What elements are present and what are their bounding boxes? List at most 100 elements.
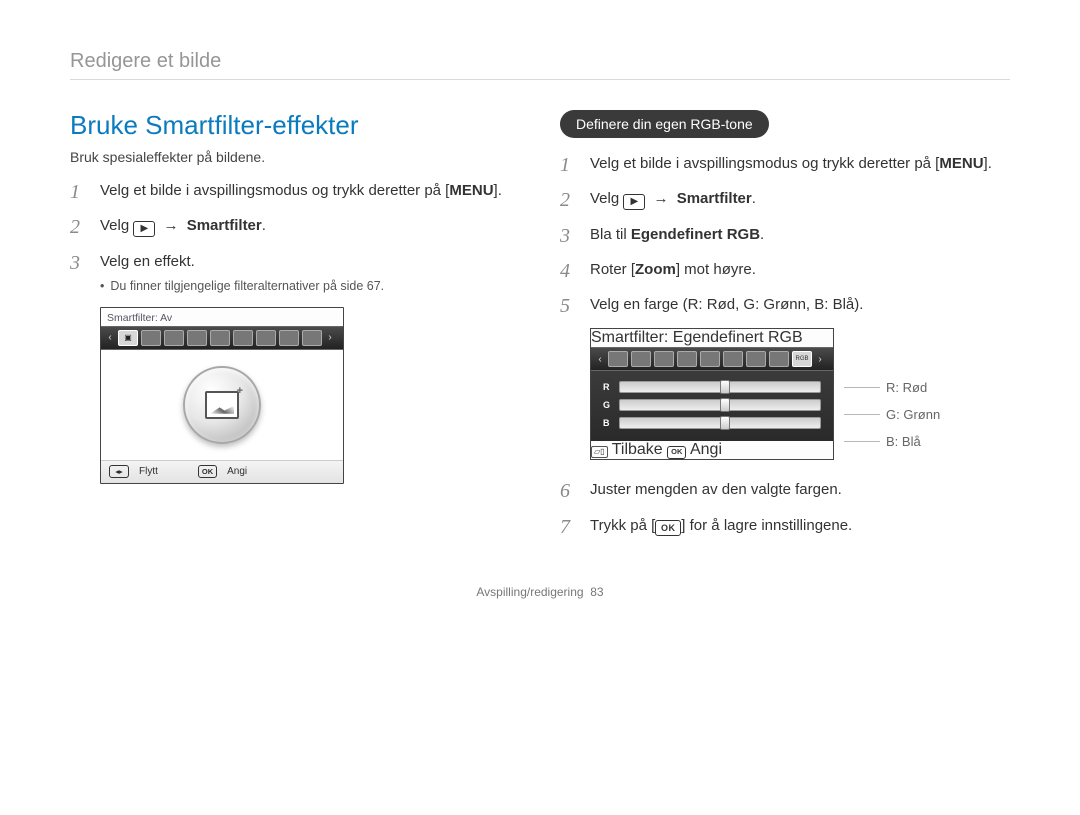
edit-icon: ▶ [133, 221, 155, 237]
slider-row-b: B [603, 417, 821, 429]
filter-tile[interactable] [302, 330, 322, 346]
filter-tile[interactable] [256, 330, 276, 346]
slider-thumb[interactable] [720, 380, 730, 394]
chevron-left-icon[interactable]: ‹ [105, 332, 115, 343]
step-text: Juster mengden av den valgte fargen. [590, 481, 842, 498]
legend-b: B: Blå [844, 434, 940, 449]
arrow-icon: → [160, 217, 187, 234]
slider-thumb[interactable] [720, 398, 730, 412]
step-number: 7 [560, 512, 570, 543]
slider-g[interactable] [619, 399, 821, 411]
back-label: Tilbake [612, 441, 663, 458]
step-item: 6 Juster mengden av den valgte fargen. [560, 478, 1010, 501]
slider-label-b: B [603, 418, 613, 428]
filter-tile[interactable] [187, 330, 207, 346]
ok-icon: OK [198, 465, 217, 478]
page-footer: Avspilling/redigering 83 [70, 585, 1010, 599]
section-lead: Bruk spesialeffekter på bildene. [70, 149, 520, 165]
rgb-screen-row: Smartfilter: Egendefinert RGB ‹ RGB › [590, 328, 1010, 460]
menu-key: MENU [939, 152, 983, 175]
footer-page-number: 83 [590, 585, 603, 599]
slider-label-r: R [603, 382, 613, 392]
step-number: 6 [560, 476, 570, 507]
steps-list-left: 1 Velg et bilde i avspillingsmodus og tr… [70, 179, 520, 273]
steps-list-right-after: 6 Juster mengden av den valgte fargen. 7… [560, 478, 1010, 537]
steps-list-right: 1 Velg et bilde i avspillingsmodus og tr… [560, 152, 1010, 316]
filter-tile[interactable] [677, 351, 697, 367]
filter-tile[interactable] [210, 330, 230, 346]
step-item: 1 Velg et bilde i avspillingsmodus og tr… [70, 179, 520, 202]
smartfilter-label: Smartfilter [677, 190, 752, 207]
zoom-icon: ▱▯ [591, 446, 608, 458]
filter-tile[interactable] [608, 351, 628, 367]
step-number: 4 [560, 256, 570, 287]
custom-rgb-label: Egendefinert RGB [631, 226, 760, 243]
menu-key: MENU [449, 179, 493, 202]
zoom-label: Zoom [635, 261, 676, 278]
filter-tile[interactable] [631, 351, 651, 367]
step-item: 3 Bla til Egendefinert RGB. [560, 223, 1010, 246]
step-text-tail: ]. [494, 182, 502, 199]
note-text: Du finner tilgjengelige filteralternativ… [100, 279, 520, 293]
rgb-legend: R: Rød G: Grønn B: Blå [844, 328, 940, 460]
step-note: Du finner tilgjengelige filteralternativ… [70, 279, 520, 293]
slider-b[interactable] [619, 417, 821, 429]
slider-r[interactable] [619, 381, 821, 393]
step-text: Velg [100, 217, 133, 234]
step-text-tail: . [752, 190, 756, 207]
step-item: 2 Velg ▶ → Smartfilter. [560, 187, 1010, 210]
filter-tile[interactable] [164, 330, 184, 346]
filter-tile[interactable] [769, 351, 789, 367]
step-number: 3 [560, 221, 570, 252]
filter-strip: ‹ ▣ › [101, 326, 343, 350]
step-text: Trykk på [ [590, 517, 655, 534]
step-text: Roter [ [590, 261, 635, 278]
step-item: 1 Velg et bilde i avspillingsmodus og tr… [560, 152, 1010, 175]
filter-tile-rgb[interactable]: RGB [792, 351, 812, 367]
chevron-right-icon[interactable]: › [325, 332, 335, 343]
step-text: Velg en effekt. [100, 253, 195, 270]
step-text-tail: . [760, 226, 764, 243]
filter-tile[interactable] [654, 351, 674, 367]
slider-row-r: R [603, 381, 821, 393]
left-column: Bruke Smartfilter-effekter Bruk spesiale… [70, 110, 520, 549]
step-number: 2 [560, 185, 570, 216]
camera-screen-smartfilter: Smartfilter: Av ‹ ▣ › [100, 307, 344, 484]
legend-r: R: Rød [844, 380, 940, 395]
filter-tile[interactable] [700, 351, 720, 367]
step-text-tail: . [262, 217, 266, 234]
camera-screen-rgb: Smartfilter: Egendefinert RGB ‹ RGB › [590, 328, 834, 460]
filter-strip: ‹ RGB › [591, 347, 833, 371]
screen-bottom-bar: ▱▯ Tilbake OK Angi [591, 441, 833, 459]
step-text: Velg en farge (R: Rød, G: Grønn, B: Blå)… [590, 296, 863, 313]
preview-disc [183, 366, 261, 444]
edit-icon: ▶ [623, 194, 645, 210]
step-number: 2 [70, 212, 80, 243]
right-column: Definere din egen RGB-tone 1 Velg et bil… [560, 110, 1010, 549]
filter-tile[interactable] [233, 330, 253, 346]
ok-icon: OK [655, 520, 681, 536]
breadcrumb: Redigere et bilde [70, 50, 1010, 80]
filter-tile[interactable] [746, 351, 766, 367]
slider-row-g: G [603, 399, 821, 411]
slider-label-g: G [603, 400, 613, 410]
step-item: 4 Roter [Zoom] mot høyre. [560, 258, 1010, 281]
move-lr-icon: ◂▸ [109, 465, 129, 478]
manual-page: Redigere et bilde Bruke Smartfilter-effe… [0, 0, 1080, 815]
step-text-tail: ] for å lagre innstillingene. [681, 517, 852, 534]
rgb-sliders: R G B [591, 371, 833, 441]
ok-icon: OK [667, 446, 686, 459]
chevron-right-icon[interactable]: › [815, 354, 825, 365]
step-text-tail: ] mot høyre. [676, 261, 756, 278]
legend-g: G: Grønn [844, 407, 940, 422]
filter-tile[interactable] [723, 351, 743, 367]
filter-tile[interactable] [141, 330, 161, 346]
step-text: Velg [590, 190, 623, 207]
chevron-left-icon[interactable]: ‹ [595, 354, 605, 365]
step-text: Velg et bilde i avspillingsmodus og tryk… [100, 182, 449, 199]
step-text-tail: ]. [984, 155, 992, 172]
screen-bottom-bar: ◂▸ Flytt OK Angi [101, 460, 343, 483]
filter-tile[interactable]: ▣ [118, 330, 138, 346]
filter-tile[interactable] [279, 330, 299, 346]
slider-thumb[interactable] [720, 416, 730, 430]
